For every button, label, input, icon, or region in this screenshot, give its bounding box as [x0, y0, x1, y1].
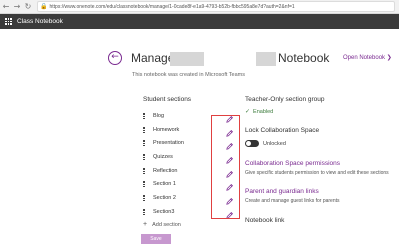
teacher-only-heading: Teacher-Only section group: [245, 96, 325, 103]
back-circle-icon[interactable]: ←: [108, 51, 122, 65]
app-bar: Class Notebook: [0, 14, 399, 29]
add-section-label: Add section: [152, 221, 181, 228]
lock-icon: 🔒: [40, 3, 48, 10]
url-text[interactable]: https://www.onenote.com/edu/classnoteboo…: [49, 4, 294, 10]
enabled-label: Enabled: [253, 108, 274, 115]
drag-handle-icon[interactable]: [143, 112, 145, 119]
check-icon: ✓: [245, 108, 251, 115]
section-label: Reflection: [153, 167, 178, 174]
lock-collab-heading: Lock Collaboration Space: [245, 127, 320, 134]
section-label: Section 2: [153, 194, 176, 201]
drag-handle-icon[interactable]: [143, 208, 145, 215]
drag-handle-icon[interactable]: [143, 181, 145, 188]
redacted-block: [256, 52, 276, 66]
page-title-suffix: Notebook: [278, 51, 330, 65]
section-label: Section3: [153, 208, 175, 215]
created-in-teams-note: This notebook was created in Microsoft T…: [132, 72, 246, 78]
parent-guardian-link[interactable]: Parent and guardian links: [245, 188, 399, 195]
reload-icon[interactable]: ↻: [23, 1, 33, 13]
add-section-button[interactable]: + Add section: [143, 221, 181, 228]
lock-toggle[interactable]: [245, 140, 259, 147]
student-sections-heading: Student sections: [143, 96, 192, 103]
drag-handle-icon[interactable]: [143, 153, 145, 160]
open-notebook-link[interactable]: Open Notebook ❯: [343, 54, 392, 61]
section-label: Blog: [153, 112, 165, 119]
highlight-box: [211, 115, 240, 219]
plus-icon: +: [143, 221, 148, 228]
section-label: Presentation: [153, 140, 184, 147]
page-header: ← Manage Notebook Open Notebook ❯: [108, 48, 399, 70]
back-arrow-icon[interactable]: ←: [1, 1, 11, 13]
app-launcher-icon[interactable]: [5, 18, 12, 25]
save-button[interactable]: Save: [141, 234, 171, 244]
redacted-block: [170, 52, 204, 66]
lock-toggle-row: Unlocked: [245, 140, 399, 147]
unlocked-label: Unlocked: [263, 140, 286, 147]
section-label: Quizzes: [153, 153, 173, 160]
collab-permissions-description: Give specific students permission to vie…: [245, 170, 389, 176]
drag-handle-icon[interactable]: [143, 167, 145, 174]
browser-toolbar: ← → ↻ 🔒 https://www.onenote.com/edu/clas…: [0, 0, 399, 14]
drag-handle-icon[interactable]: [143, 126, 145, 133]
settings-panel: Teacher-Only section group ✓ Enabled Loc…: [245, 96, 399, 224]
drag-handle-icon[interactable]: [143, 140, 145, 147]
section-label: Section 1: [153, 181, 176, 188]
parent-guardian-description: Create and manage guest links for parent…: [245, 197, 340, 204]
drag-handle-icon[interactable]: [143, 194, 145, 201]
section-label: Homework: [153, 126, 180, 133]
forward-arrow-icon[interactable]: →: [12, 1, 22, 13]
page-title-prefix: Manage: [131, 51, 175, 65]
notebook-link-heading: Notebook link: [245, 217, 285, 224]
address-bar[interactable]: 🔒 https://www.onenote.com/edu/classnoteb…: [37, 1, 395, 12]
collab-permissions-link[interactable]: Collaboration Space permissions: [245, 160, 399, 167]
app-title[interactable]: Class Notebook: [17, 18, 63, 25]
teacher-only-status: ✓ Enabled: [245, 108, 399, 115]
